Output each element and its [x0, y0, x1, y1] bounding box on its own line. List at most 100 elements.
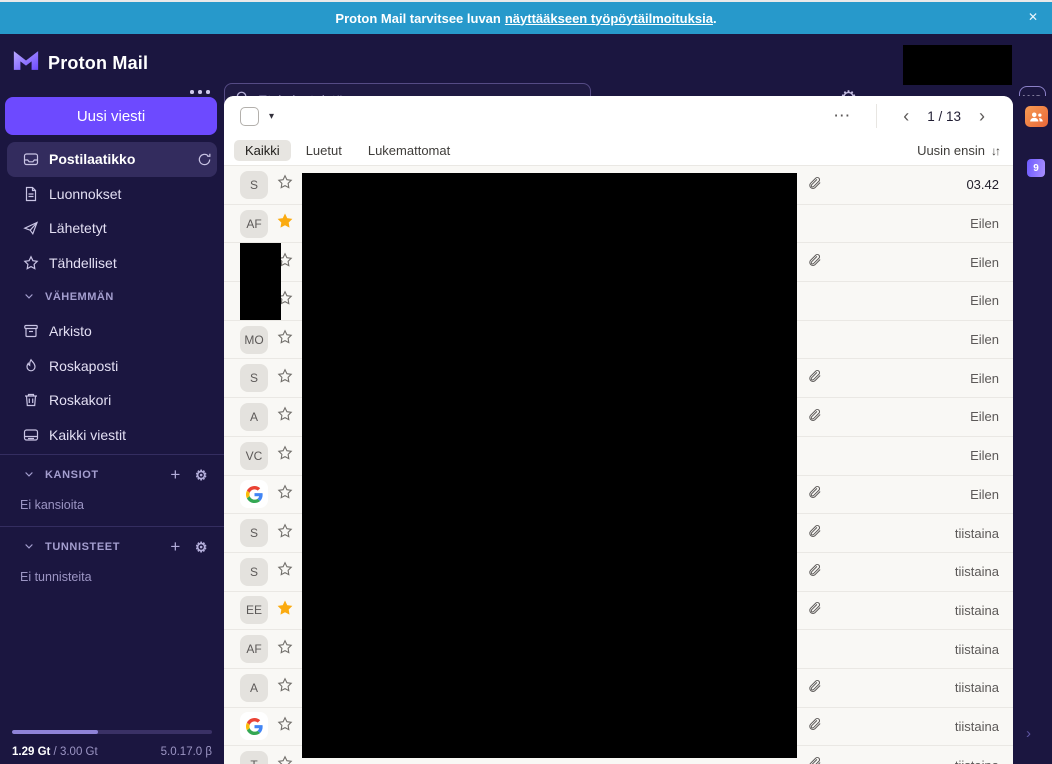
banner-text: Proton Mail tarvitsee luvan [335, 11, 500, 26]
sort-selector[interactable]: Uusin ensin ↓↑ [917, 143, 999, 158]
sender-avatar[interactable]: AF [240, 210, 268, 238]
select-dropdown-caret[interactable]: ▾ [269, 111, 274, 122]
sidebar-item-archive[interactable]: Arkisto [0, 314, 224, 349]
message-date: Eilen [829, 332, 999, 347]
sidebar-section-folders[interactable]: KANSIOT + ⚙ [0, 458, 224, 492]
message-date: tiistaina [829, 526, 999, 541]
star-icon[interactable] [277, 406, 293, 427]
calendar-icon[interactable]: 9 [1027, 159, 1045, 177]
star-icon[interactable] [277, 484, 293, 505]
star-icon[interactable] [277, 445, 293, 466]
refresh-icon[interactable] [197, 152, 212, 167]
sidebar-item-label: Arkisto [49, 323, 92, 339]
attachment-paperclip-icon [807, 175, 823, 195]
sidebar-section-labels[interactable]: TUNNISTEET + ⚙ [0, 530, 224, 564]
prev-page-button[interactable]: ‹ [889, 106, 923, 127]
star-icon[interactable] [277, 716, 293, 737]
sidebar-divider [0, 526, 224, 527]
chevron-down-icon [23, 540, 35, 555]
google-logo-icon [246, 718, 263, 735]
chevron-down-icon [23, 468, 35, 483]
sender-avatar[interactable]: S [240, 519, 268, 547]
attachment-paperclip-icon [807, 523, 823, 543]
proton-mail-logo[interactable]: Proton Mail [12, 49, 148, 77]
more-options-button[interactable]: ⋯ [821, 106, 864, 126]
sidebar-toggle-less[interactable]: VÄHEMMÄN [0, 280, 224, 314]
sender-avatar[interactable]: T [240, 751, 268, 764]
select-all-checkbox[interactable] [240, 107, 259, 126]
close-icon[interactable]: ✕ [1028, 10, 1038, 24]
sender-avatar[interactable]: S [240, 364, 268, 392]
star-icon[interactable] [277, 368, 293, 389]
inbox-icon [23, 151, 39, 167]
all-mail-icon [23, 427, 39, 443]
contacts-icon[interactable] [1025, 106, 1048, 127]
sender-avatar[interactable]: S [240, 171, 268, 199]
avatar-initials: A [250, 410, 258, 424]
attachment-paperclip-icon [807, 716, 823, 736]
sender-avatar[interactable]: A [240, 403, 268, 431]
spam-flame-icon [23, 358, 39, 374]
sort-arrows-icon: ↓↑ [991, 144, 999, 158]
message-date: Eilen [829, 216, 999, 231]
star-icon[interactable] [277, 561, 293, 582]
sender-avatar[interactable]: EE [240, 596, 268, 624]
star-icon[interactable] [277, 523, 293, 544]
folder-settings-gear-icon[interactable]: ⚙ [195, 467, 208, 484]
toolbar-divider [876, 104, 877, 128]
avatar-initials: S [250, 565, 258, 579]
sidebar-item-trash[interactable]: Roskakori [0, 383, 224, 418]
section-title: KANSIOT [45, 469, 99, 481]
filter-unread[interactable]: Lukemattomat [357, 140, 461, 161]
attachment-paperclip-icon [807, 484, 823, 504]
logo-wordmark: Proton Mail [48, 53, 148, 74]
list-toolbar: ▾ ⋯ ‹ 1 / 13 › [224, 96, 1013, 136]
message-date: tiistaina [829, 719, 999, 734]
app-header: Proton Mail ⚙ WS [0, 34, 1052, 96]
avatar-initials: S [250, 526, 258, 540]
sidebar-item-starred[interactable]: Tähdelliset [0, 246, 224, 281]
sender-avatar[interactable]: S [240, 558, 268, 586]
sender-avatar[interactable]: A [240, 674, 268, 702]
sender-avatar[interactable]: MO [240, 326, 268, 354]
sidebar: Uusi viesti Postilaatikko Lu [0, 96, 224, 764]
compose-button[interactable]: Uusi viesti [5, 97, 217, 135]
add-label-icon[interactable]: + [170, 537, 181, 557]
star-icon[interactable] [277, 600, 293, 621]
sidebar-item-inbox[interactable]: Postilaatikko [7, 142, 217, 177]
sidebar-item-all-mail[interactable]: Kaikki viestit [0, 418, 224, 453]
google-logo-icon [246, 486, 263, 503]
sender-avatar[interactable] [240, 480, 268, 508]
redacted-region [240, 243, 281, 320]
folders-empty-note: Ei kansioita [0, 492, 224, 524]
banner-link[interactable]: näyttääkseen työpöytäilmoituksia [505, 11, 713, 26]
add-folder-icon[interactable]: + [170, 465, 181, 485]
star-icon[interactable] [277, 174, 293, 195]
sidebar-item-label: VÄHEMMÄN [45, 291, 114, 303]
sidebar-item-drafts[interactable]: Luonnokset [0, 177, 224, 212]
sidebar-item-sent[interactable]: Lähetetyt [0, 211, 224, 246]
attachment-paperclip-icon [807, 562, 823, 582]
expand-panel-chevron-icon[interactable]: › [1026, 725, 1031, 742]
star-icon[interactable] [277, 213, 293, 234]
message-date: tiistaina [829, 642, 999, 657]
trash-icon [23, 392, 39, 408]
label-settings-gear-icon[interactable]: ⚙ [195, 539, 208, 556]
message-date: tiistaina [829, 564, 999, 579]
star-icon[interactable] [277, 677, 293, 698]
sidebar-item-spam[interactable]: Roskaposti [0, 349, 224, 384]
sidebar-item-label: Kaikki viestit [49, 427, 126, 443]
star-icon[interactable] [277, 755, 293, 764]
message-date: Eilen [829, 487, 999, 502]
next-page-button[interactable]: › [965, 106, 999, 127]
star-icon[interactable] [277, 639, 293, 660]
sender-avatar[interactable]: VC [240, 442, 268, 470]
sender-avatar[interactable]: AF [240, 635, 268, 663]
sidebar-item-label: Roskakori [49, 392, 111, 408]
sender-avatar[interactable] [240, 712, 268, 740]
app-version: 5.0.17.0 β [161, 746, 212, 758]
filter-all[interactable]: Kaikki [234, 140, 291, 161]
filter-read[interactable]: Luetut [295, 140, 353, 161]
chevron-down-icon [23, 290, 35, 305]
star-icon[interactable] [277, 329, 293, 350]
